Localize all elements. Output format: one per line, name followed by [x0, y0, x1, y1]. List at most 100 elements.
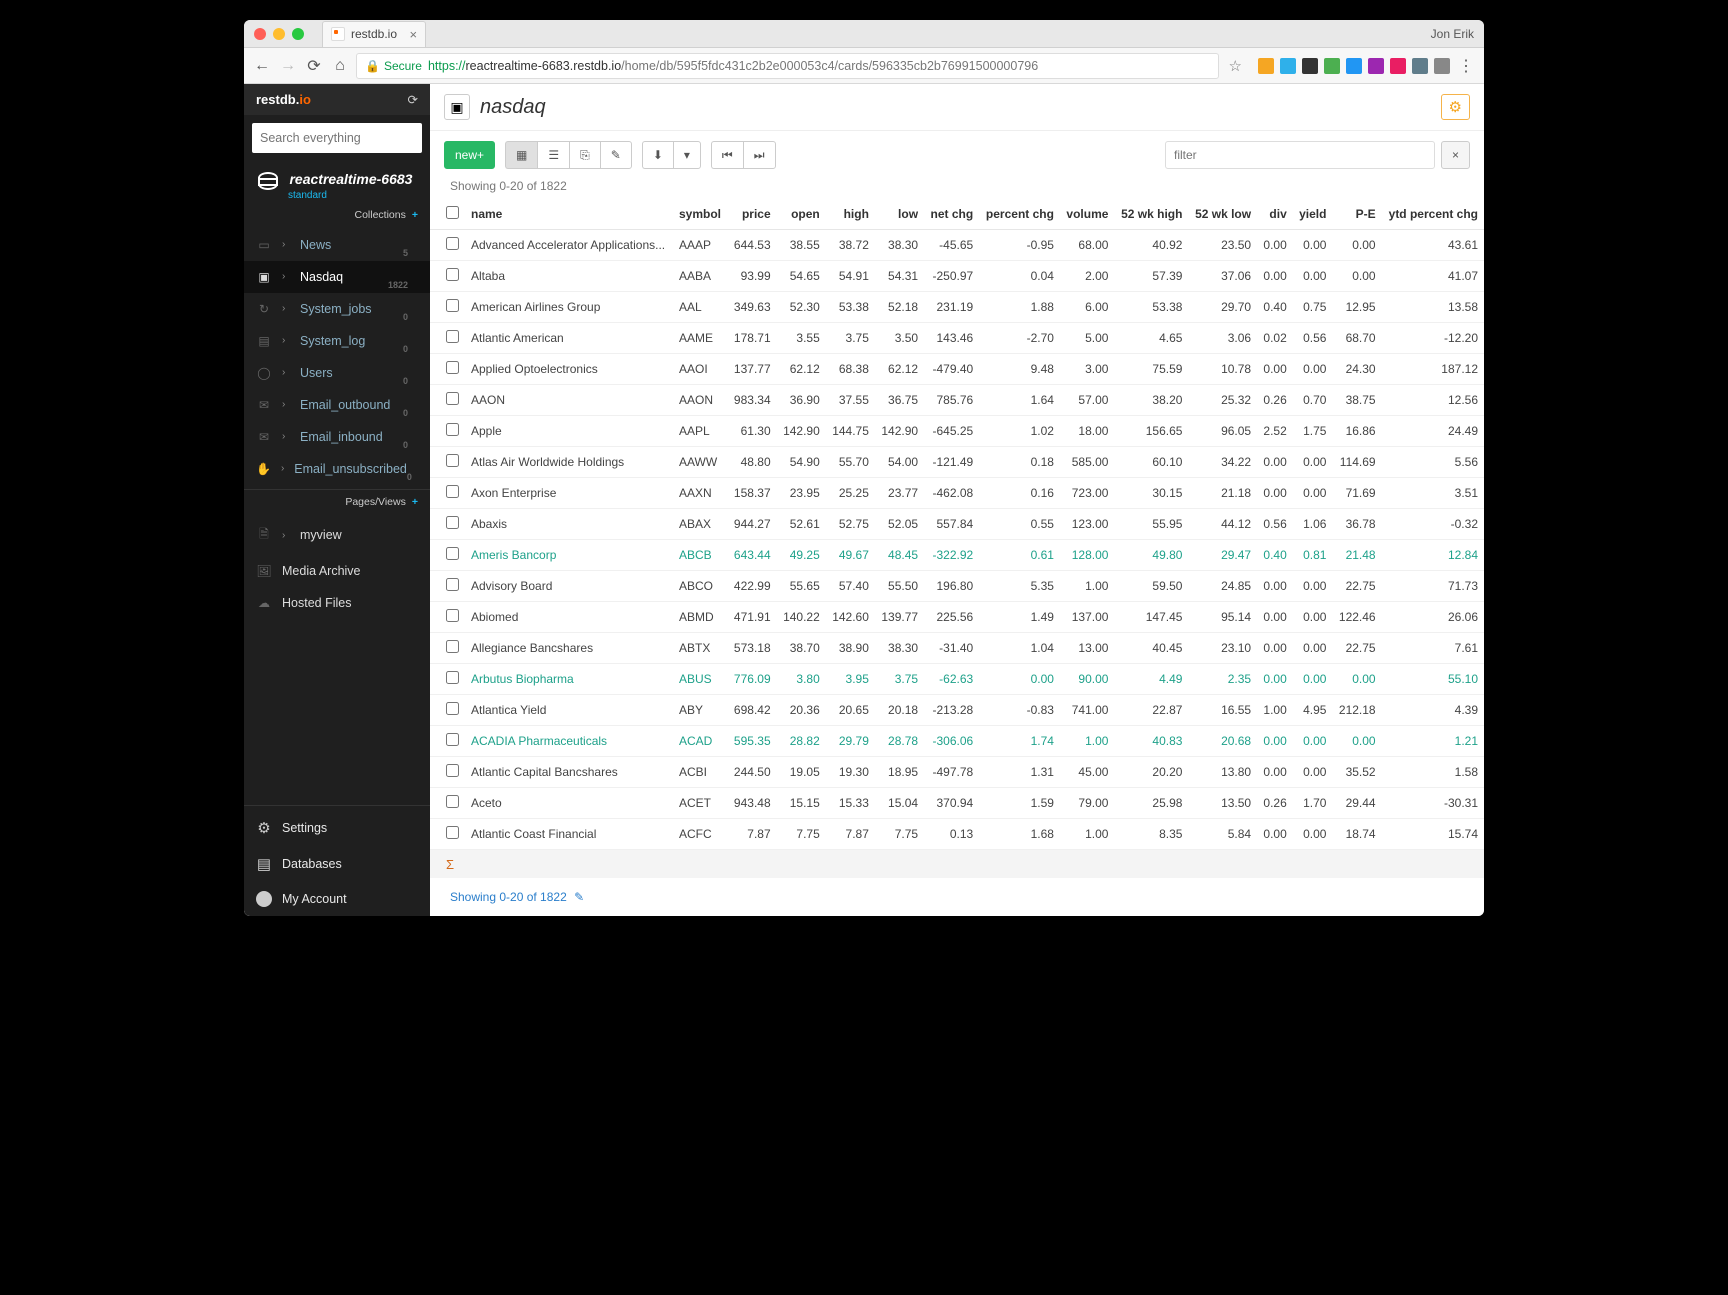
- column-header-net-chg[interactable]: net chg: [924, 199, 979, 230]
- browser-tab[interactable]: restdb.io ×: [322, 21, 426, 47]
- table-row[interactable]: AltabaAABA93.9954.6554.9154.31-250.970.0…: [430, 261, 1484, 292]
- sidebar-item-system_log[interactable]: ▤›System_log0: [244, 325, 430, 357]
- row-checkbox[interactable]: [446, 702, 459, 715]
- table-row[interactable]: AAONAAON983.3436.9037.5536.75785.761.645…: [430, 385, 1484, 416]
- url-input[interactable]: 🔒 Secure https://reactrealtime-6683.rest…: [356, 53, 1219, 79]
- first-page-button[interactable]: ⏮: [711, 141, 743, 169]
- row-checkbox[interactable]: [446, 733, 459, 746]
- browser-profile-name[interactable]: Jon Erik: [1431, 27, 1474, 41]
- extension-icon[interactable]: [1434, 58, 1450, 74]
- table-row[interactable]: AppleAAPL61.30142.90144.75142.90-645.251…: [430, 416, 1484, 447]
- sidebar-item-email_unsubscribed[interactable]: ✋›Email_unsubscribed0: [244, 453, 430, 485]
- add-page-icon[interactable]: +: [412, 496, 418, 508]
- row-checkbox[interactable]: [446, 826, 459, 839]
- showing-link[interactable]: Showing 0-20 of 1822: [450, 890, 567, 904]
- grid-view-button[interactable]: ▦: [505, 141, 537, 169]
- column-header-div[interactable]: div: [1257, 199, 1293, 230]
- download-dropdown-button[interactable]: ▾: [673, 141, 701, 169]
- sidebar-item-system_jobs[interactable]: ↻›System_jobs0: [244, 293, 430, 325]
- table-row[interactable]: Applied OptoelectronicsAAOI137.7762.1268…: [430, 354, 1484, 385]
- table-row[interactable]: Atlas Air Worldwide HoldingsAAWW48.8054.…: [430, 447, 1484, 478]
- column-header-low[interactable]: low: [875, 199, 924, 230]
- extension-icon[interactable]: [1324, 58, 1340, 74]
- table-row[interactable]: AcetoACET943.4815.1515.3315.04370.941.59…: [430, 788, 1484, 819]
- row-checkbox[interactable]: [446, 640, 459, 653]
- sidebar-item-myview[interactable]: 🗎 › myview: [244, 516, 430, 555]
- column-header-symbol[interactable]: symbol: [673, 199, 728, 230]
- sync-icon[interactable]: ⟳: [408, 92, 418, 107]
- extension-icon[interactable]: [1346, 58, 1362, 74]
- extension-icon[interactable]: [1390, 58, 1406, 74]
- edit-filter-icon[interactable]: ✎: [574, 890, 584, 904]
- column-header-volume[interactable]: volume: [1060, 199, 1115, 230]
- column-header-52-wk-low[interactable]: 52 wk low: [1188, 199, 1257, 230]
- minimize-window-button[interactable]: [273, 28, 285, 40]
- table-row[interactable]: Ameris BancorpABCB643.4449.2549.6748.45-…: [430, 540, 1484, 571]
- column-header-name[interactable]: name: [465, 199, 673, 230]
- collection-settings-button[interactable]: ⚙: [1441, 94, 1470, 120]
- sidebar-item-hosted-files[interactable]: ☁ Hosted Files: [244, 587, 430, 619]
- clear-filter-button[interactable]: ×: [1441, 141, 1470, 169]
- close-window-button[interactable]: [254, 28, 266, 40]
- extension-icon[interactable]: [1302, 58, 1318, 74]
- row-checkbox[interactable]: [446, 609, 459, 622]
- column-header-high[interactable]: high: [826, 199, 875, 230]
- extension-icon[interactable]: [1368, 58, 1384, 74]
- search-input[interactable]: [252, 123, 422, 153]
- row-checkbox[interactable]: [446, 795, 459, 808]
- table-row[interactable]: Atlantica YieldABY698.4220.3620.6520.18-…: [430, 695, 1484, 726]
- column-header-price[interactable]: price: [727, 199, 776, 230]
- edit-button[interactable]: ✎: [600, 141, 632, 169]
- column-header-yield[interactable]: yield: [1293, 199, 1333, 230]
- menu-icon[interactable]: ⋮: [1456, 56, 1476, 76]
- column-header-52-wk-high[interactable]: 52 wk high: [1114, 199, 1188, 230]
- row-checkbox[interactable]: [446, 392, 459, 405]
- sidebar-item-databases[interactable]: ▤ Databases: [244, 846, 430, 882]
- sidebar-item-news[interactable]: ▭›News5: [244, 229, 430, 261]
- table-row[interactable]: Arbutus BiopharmaABUS776.093.803.953.75-…: [430, 664, 1484, 695]
- new-button[interactable]: new +: [444, 141, 495, 169]
- close-tab-icon[interactable]: ×: [409, 27, 417, 42]
- table-row[interactable]: AbaxisABAX944.2752.6152.7552.05557.840.5…: [430, 509, 1484, 540]
- back-button[interactable]: ←: [252, 57, 272, 75]
- database-header[interactable]: reactrealtime-6683 standard: [244, 161, 430, 207]
- sidebar-item-settings[interactable]: ⚙ Settings: [244, 810, 430, 846]
- row-checkbox[interactable]: [446, 361, 459, 374]
- sidebar-item-email_outbound[interactable]: ✉›Email_outbound0: [244, 389, 430, 421]
- row-checkbox[interactable]: [446, 330, 459, 343]
- sigma-cell[interactable]: Σ: [430, 850, 1484, 879]
- download-button[interactable]: ⬇: [642, 141, 673, 169]
- table-row[interactable]: Advisory BoardABCO422.9955.6557.4055.501…: [430, 571, 1484, 602]
- row-checkbox[interactable]: [446, 485, 459, 498]
- sidebar-item-account[interactable]: My Account: [244, 882, 430, 916]
- extension-icon[interactable]: [1412, 58, 1428, 74]
- add-collection-icon[interactable]: +: [412, 209, 418, 221]
- table-row[interactable]: Atlantic AmericanAAME178.713.553.753.501…: [430, 323, 1484, 354]
- reload-button[interactable]: ⟳: [304, 56, 324, 76]
- sidebar-item-users[interactable]: ◯›Users0: [244, 357, 430, 389]
- row-checkbox[interactable]: [446, 268, 459, 281]
- row-checkbox[interactable]: [446, 516, 459, 529]
- table-row[interactable]: American Airlines GroupAAL349.6352.3053.…: [430, 292, 1484, 323]
- table-row[interactable]: AbiomedABMD471.91140.22142.60139.77225.5…: [430, 602, 1484, 633]
- export-button[interactable]: ⎘: [569, 141, 600, 169]
- maximize-window-button[interactable]: [292, 28, 304, 40]
- list-view-button[interactable]: ☰: [537, 141, 569, 169]
- table-row[interactable]: Atlantic Capital BancsharesACBI244.5019.…: [430, 757, 1484, 788]
- column-header-open[interactable]: open: [777, 199, 826, 230]
- row-checkbox[interactable]: [446, 764, 459, 777]
- forward-button[interactable]: →: [278, 57, 298, 75]
- extension-icon[interactable]: [1280, 58, 1296, 74]
- column-header-P-E[interactable]: P-E: [1332, 199, 1381, 230]
- row-checkbox[interactable]: [446, 547, 459, 560]
- row-checkbox[interactable]: [446, 454, 459, 467]
- table-row[interactable]: Advanced Accelerator Applications...AAAP…: [430, 230, 1484, 261]
- table-row[interactable]: ACADIA PharmaceuticalsACAD595.3528.8229.…: [430, 726, 1484, 757]
- sidebar-item-media-archive[interactable]: 🖼 Media Archive: [244, 555, 430, 587]
- last-page-button[interactable]: ⏭: [743, 141, 776, 169]
- sidebar-item-email_inbound[interactable]: ✉›Email_inbound0: [244, 421, 430, 453]
- row-checkbox[interactable]: [446, 671, 459, 684]
- row-checkbox[interactable]: [446, 237, 459, 250]
- sidebar-item-nasdaq[interactable]: ▣›Nasdaq1822: [244, 261, 430, 293]
- table-row[interactable]: Axon EnterpriseAAXN158.3723.9525.2523.77…: [430, 478, 1484, 509]
